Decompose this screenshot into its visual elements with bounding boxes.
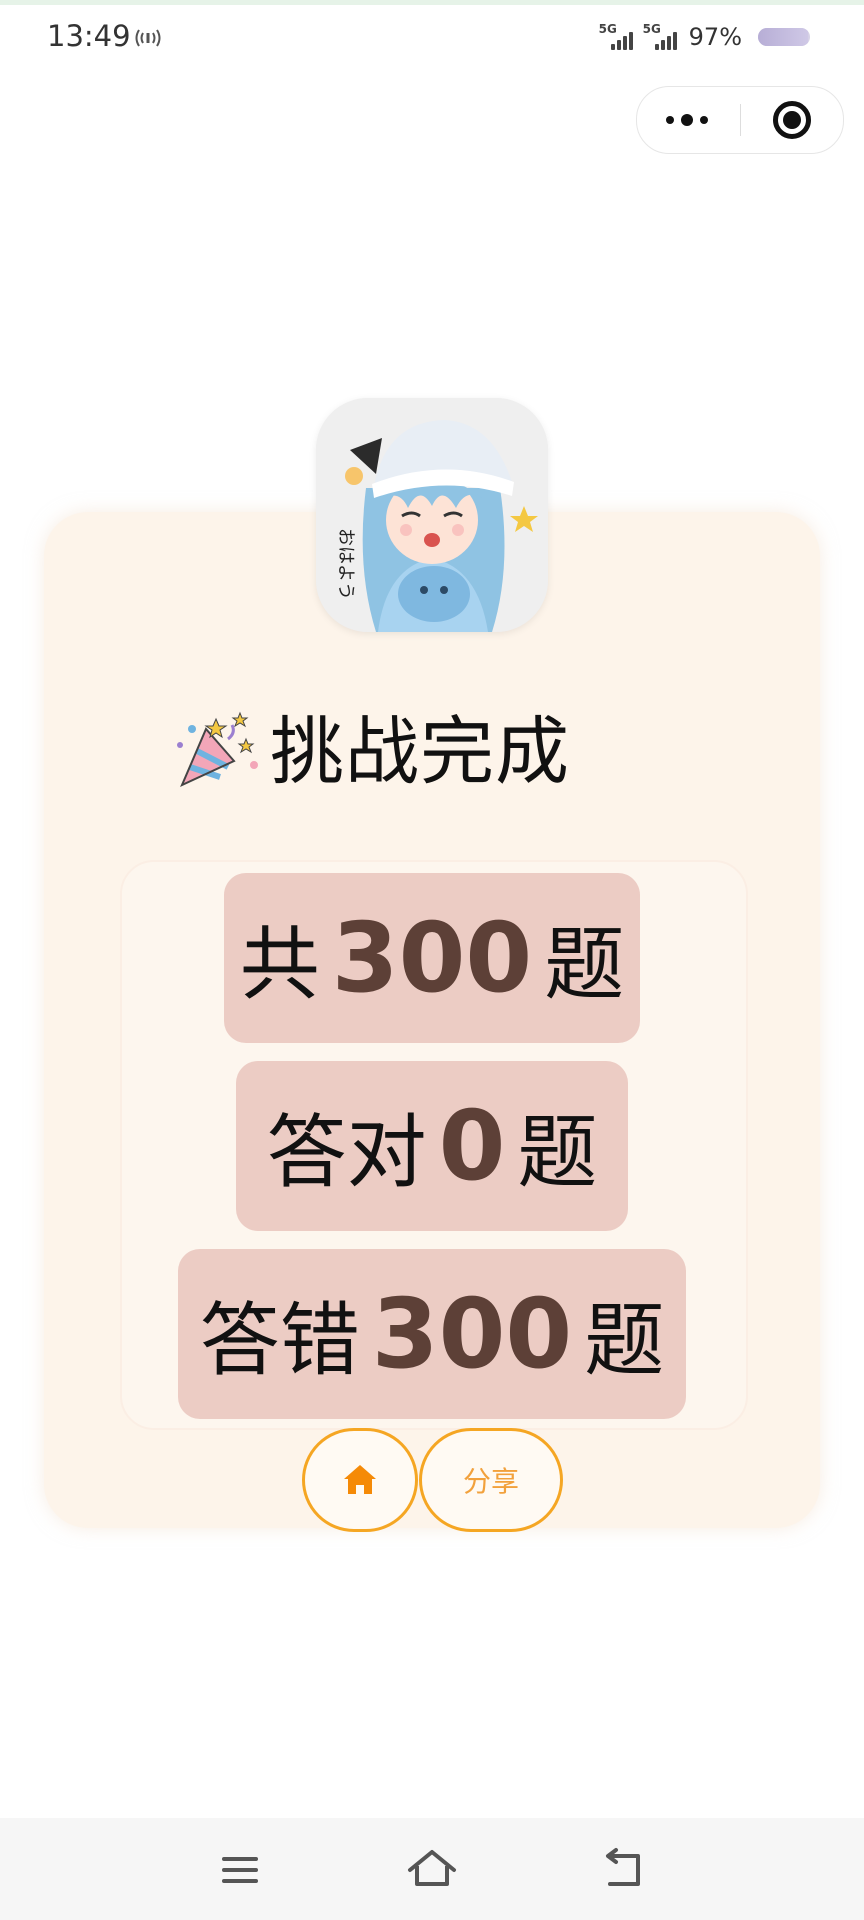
menu-icon[interactable] [210,1840,270,1900]
total-value: 300 [331,902,533,1014]
total-suffix: 题 [544,918,625,1011]
correct-suffix: 题 [517,1106,598,1199]
wrong-prefix: 答错 [199,1294,360,1387]
system-nav-bar [0,1818,864,1920]
miniprogram-capsule [636,86,844,154]
correct-answers-stat: 答对 0 题 [236,1061,628,1231]
correct-prefix: 答对 [266,1106,427,1199]
status-indicators: 5G 5G 97% [599,21,810,53]
back-icon[interactable] [594,1840,654,1900]
wrong-answers-stat: 答错 300 题 [178,1249,686,1419]
result-title-row: 挑战完成 [170,690,570,800]
svg-text:おはよう: おはよう [335,528,356,600]
avatar: おはよう [316,398,548,632]
status-time: 13:49 [47,19,131,53]
party-popper-icon [177,711,258,787]
home-icon [344,1465,376,1494]
correct-value: 0 [438,1090,506,1202]
more-button[interactable] [637,87,739,153]
close-button[interactable] [741,87,843,153]
hotspot-icon [135,29,161,47]
battery-percent: 97% [688,23,742,51]
result-title: 挑战完成 [270,708,570,795]
home-outline-icon[interactable] [402,1840,462,1900]
share-label: 分享 [462,1465,519,1498]
total-prefix: 共 [239,918,320,1011]
battery-icon [758,28,810,46]
anime-girl-sticker: おはよう [316,398,548,632]
share-button[interactable]: 分享 [419,1428,563,1532]
wrong-suffix: 题 [584,1294,665,1387]
status-bar: 13:49 5G 5G 97% [0,5,864,65]
total-questions-stat: 共 300 题 [224,873,640,1043]
battery-level [758,28,809,46]
signal-5g-icon: 5G [599,22,635,52]
signal-5g-icon: 5G [643,22,679,52]
wrong-value: 300 [371,1278,573,1390]
home-button[interactable] [302,1428,418,1532]
